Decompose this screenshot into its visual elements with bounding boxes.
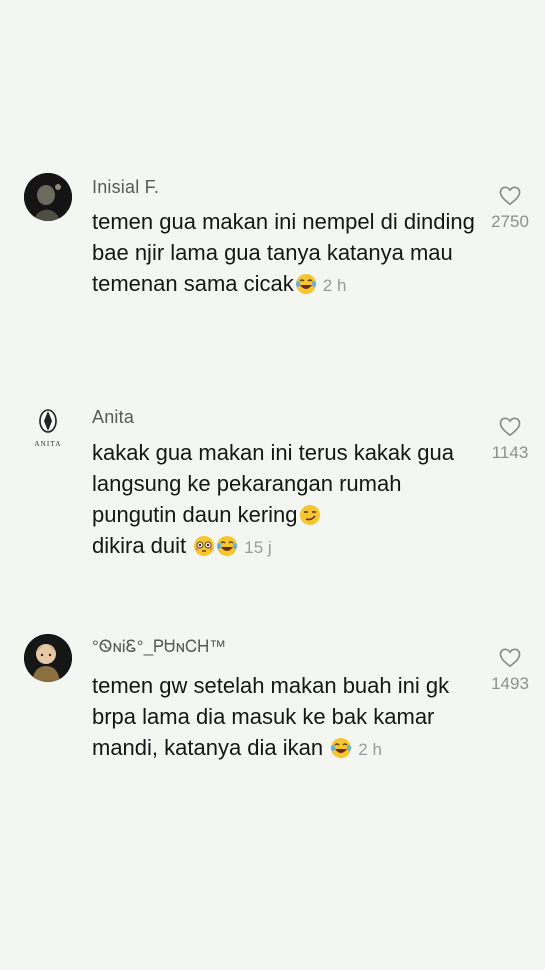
comment-text: kakak gua makan ini terus kakak gua lang… xyxy=(92,440,454,527)
like-button[interactable]: 1143 xyxy=(480,417,540,463)
comment-text-block: temen gw setelah makan buah ini gk brpa … xyxy=(92,670,477,765)
like-button[interactable]: 2750 xyxy=(480,186,540,232)
profile-photo-icon xyxy=(24,173,72,221)
heart-icon xyxy=(499,417,521,437)
comment-username[interactable]: °ᏫɴᎥᏋ°_ᏢᏌɴᏟᎻ™ xyxy=(92,637,226,657)
anita-logo-icon: ANITA xyxy=(34,409,61,448)
like-count: 1493 xyxy=(491,674,529,693)
like-count: 1143 xyxy=(491,443,529,462)
avatar[interactable] xyxy=(24,634,72,682)
flushed-emoji-icon xyxy=(194,536,215,556)
comment-text: temen gua makan ini nempel di dinding ba… xyxy=(92,209,475,296)
comment-text: temen gw setelah makan buah ini gk brpa … xyxy=(92,673,450,760)
comment-username[interactable]: Inisial F. xyxy=(92,177,159,198)
avatar[interactable] xyxy=(24,173,72,221)
heart-icon xyxy=(499,186,521,206)
laughing-crying-emoji-icon xyxy=(217,536,238,556)
avatar-label: ANITA xyxy=(34,440,61,448)
comment-username[interactable]: Anita xyxy=(92,407,134,428)
heart-icon xyxy=(499,648,521,668)
comment-text-block: temen gua makan ini nempel di dinding ba… xyxy=(92,206,477,301)
laughing-crying-emoji-icon xyxy=(295,274,316,294)
avatar[interactable]: ANITA xyxy=(24,404,72,452)
comment-time: 15 j xyxy=(244,538,272,557)
comment-text-block: kakak gua makan ini terus kakak gua lang… xyxy=(92,437,477,563)
like-count: 2750 xyxy=(491,212,529,231)
comment-time: 2 h xyxy=(322,276,347,295)
cartoon-avatar-icon xyxy=(24,634,72,682)
smirk-emoji-icon xyxy=(299,505,320,525)
comment-time: 2 h xyxy=(358,740,382,759)
comment-text-line-2: dikira duit xyxy=(92,533,187,558)
laughing-crying-emoji-icon xyxy=(331,738,352,758)
like-button[interactable]: 1493 xyxy=(480,648,540,694)
